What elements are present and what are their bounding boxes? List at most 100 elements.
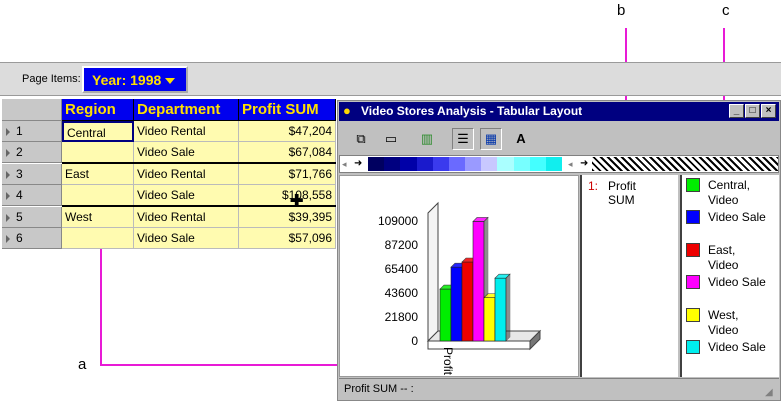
scroll-right-icon[interactable]: ➜ — [580, 158, 588, 169]
status-bar: Profit SUM -- : ◢ — [339, 378, 779, 400]
cell-region[interactable] — [62, 185, 134, 206]
chart-window: ● Video Stores Analysis - Tabular Layout… — [337, 100, 781, 401]
chart-view-icon[interactable]: ▦ — [480, 128, 502, 150]
legend-swatch — [686, 243, 700, 257]
y-tick-label: 43600 — [385, 286, 419, 300]
dropdown-arrow-icon — [165, 78, 176, 85]
series-index: 1: — [588, 179, 599, 193]
series-name-line2: SUM — [608, 193, 635, 207]
cell-region[interactable]: West — [62, 207, 134, 228]
header-region[interactable]: Region — [62, 99, 134, 121]
cell-region[interactable] — [62, 228, 134, 249]
chart-side-wall — [427, 201, 439, 343]
bar — [439, 288, 452, 342]
y-tick-label: 87200 — [385, 238, 419, 252]
bar — [472, 221, 485, 342]
legend-text: West, Video — [708, 308, 739, 337]
cell-profit[interactable]: $108,558 — [239, 185, 336, 206]
cell-region[interactable]: East — [62, 164, 134, 185]
row-arrow-icon — [6, 191, 10, 200]
resize-grip-icon[interactable]: ◢ — [765, 387, 773, 398]
cell-department[interactable]: Video Sale — [134, 185, 239, 206]
row-number[interactable]: 3 — [16, 167, 23, 181]
close-button[interactable]: × — [761, 104, 776, 118]
cell-department[interactable]: Video Sale — [134, 228, 239, 249]
bar — [450, 266, 463, 342]
series-list-pane: 1: Profit SUM — [580, 175, 678, 377]
row-number[interactable]: 2 — [16, 145, 23, 159]
window-titlebar[interactable]: ● Video Stores Analysis - Tabular Layout… — [339, 102, 779, 121]
cell-profit[interactable]: $47,204 — [239, 121, 336, 142]
page-items-label: Page Items: — [22, 73, 81, 85]
status-text: Profit SUM -- : — [344, 383, 414, 395]
legend-swatch — [686, 275, 700, 289]
cell-region[interactable]: Central — [62, 121, 134, 142]
legend-text: Central, Video — [708, 178, 751, 207]
color-pattern-bar: ◂ ➜ ◂ ➜ — [339, 155, 779, 173]
row-number[interactable]: 4 — [16, 188, 23, 202]
legend-text: East, Video — [708, 243, 739, 272]
minimize-button[interactable]: _ — [729, 104, 744, 118]
pattern-swatches[interactable] — [592, 157, 778, 171]
window-title: Video Stores Analysis - Tabular Layout — [361, 104, 583, 118]
bar — [461, 261, 474, 342]
legend-swatch — [686, 340, 700, 354]
lightbulb-icon: ● — [343, 103, 351, 118]
move-cursor-icon: ✚ — [290, 193, 304, 210]
cell-department[interactable]: Video Rental — [134, 121, 239, 142]
bar — [494, 277, 507, 342]
series-item[interactable]: Profit SUM — [608, 179, 636, 207]
scroll-left-icon[interactable]: ◂ — [342, 159, 347, 170]
header-profit-sum[interactable]: Profit SUM — [239, 99, 336, 121]
header-department[interactable]: Department — [134, 99, 239, 121]
scroll-right-icon[interactable]: ➜ — [354, 158, 362, 169]
legend-text: Video Sale — [708, 275, 766, 289]
year-page-item-button[interactable]: Year: 1998 — [82, 66, 188, 93]
callout-c-label: c — [722, 2, 730, 19]
callout-a-label: a — [78, 356, 87, 373]
y-tick-label: 65400 — [385, 262, 419, 276]
legend-swatch — [686, 210, 700, 224]
row-arrow-icon — [6, 127, 10, 136]
print-icon[interactable]: ▭ — [380, 128, 402, 150]
font-icon[interactable]: A — [510, 128, 532, 150]
row-arrow-icon — [6, 170, 10, 179]
table-view-icon[interactable]: ☰ — [452, 128, 474, 150]
row-number[interactable]: 6 — [16, 231, 23, 245]
bar-side — [505, 273, 511, 342]
row-arrow-icon — [6, 234, 10, 243]
page-items-bar: Page Items: Year: 1998 — [0, 62, 781, 96]
row-arrow-icon — [6, 213, 10, 222]
bar — [483, 297, 496, 342]
grid-corner — [2, 99, 62, 121]
cell-department[interactable]: Video Rental — [134, 164, 239, 185]
bar-chart: 109000 87200 65400 43600 21800 0 Profit SUM — [378, 201, 542, 401]
cell-profit[interactable]: $71,766 — [239, 164, 336, 185]
callout-b-label: b — [617, 2, 626, 19]
cell-profit[interactable]: $67,084 — [239, 142, 336, 163]
row-arrow-icon — [6, 148, 10, 157]
x-category-label: Profit SUM — [441, 347, 455, 376]
cell-profit[interactable]: $39,395 — [239, 207, 336, 228]
year-page-item-label: Year: 1998 — [92, 72, 162, 88]
legend-pane: Central, Video Video Sale East, Video Vide… — [680, 175, 779, 377]
chart-type-icon[interactable]: ▥ — [416, 128, 438, 150]
cell-department[interactable]: Video Sale — [134, 142, 239, 163]
copy-icon[interactable]: ⧉ — [350, 128, 372, 150]
legend-text: Video Sale — [708, 210, 766, 224]
cell-profit[interactable]: $57,096 — [239, 228, 336, 249]
legend-swatch — [686, 178, 700, 192]
chart-plot-area: 109000 87200 65400 43600 21800 0 Profit SUM — [339, 175, 579, 401]
y-tick-label: 109000 — [378, 214, 418, 228]
row-number[interactable]: 1 — [16, 124, 23, 138]
row-number[interactable]: 5 — [16, 210, 23, 224]
cell-department[interactable]: Video Rental — [134, 207, 239, 228]
color-swatches[interactable] — [368, 157, 563, 171]
y-tick-label: 0 — [411, 334, 418, 348]
cell-region[interactable] — [62, 142, 134, 163]
legend-text: Video Sale — [708, 340, 766, 354]
y-tick-label: 21800 — [385, 310, 419, 324]
scroll-left-icon[interactable]: ◂ — [568, 159, 573, 170]
maximize-button[interactable]: □ — [745, 104, 760, 118]
legend-swatch — [686, 308, 700, 322]
